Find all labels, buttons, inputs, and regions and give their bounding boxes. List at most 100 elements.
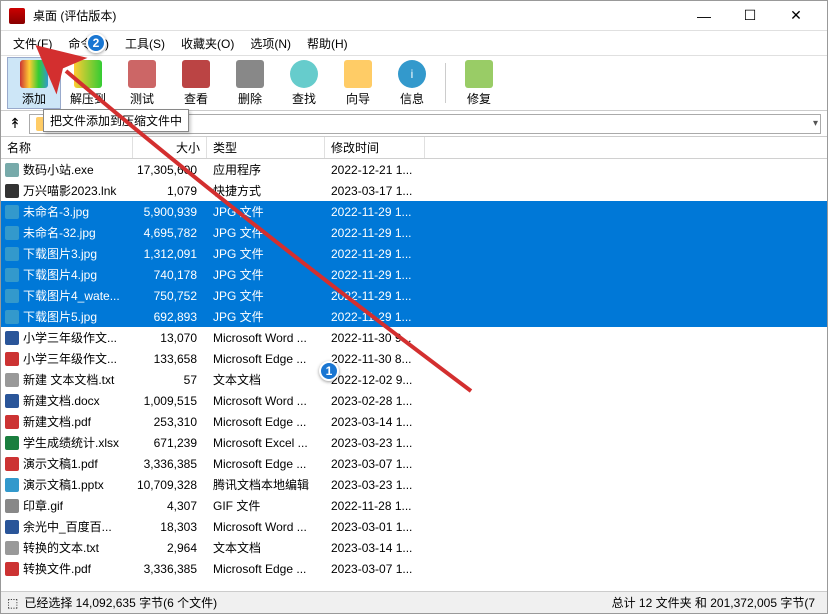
info-icon: i — [398, 60, 426, 88]
info-button[interactable]: i 信息 — [385, 57, 439, 109]
menu-favorite[interactable]: 收藏夹(O) — [175, 33, 240, 54]
header-date[interactable]: 修改时间 — [325, 137, 425, 158]
file-icon — [5, 541, 19, 555]
file-type: 文本文档 — [207, 539, 325, 556]
file-row[interactable]: 新建文档.docx1,009,515Microsoft Word ...2023… — [1, 390, 827, 411]
file-icon — [5, 226, 19, 240]
file-size: 3,336,385 — [133, 562, 207, 576]
repair-button[interactable]: 修复 — [452, 57, 506, 109]
status-bar: ⬚ 已经选择 14,092,635 字节(6 个文件) 总计 12 文件夹 和 … — [1, 591, 827, 613]
file-size: 2,964 — [133, 541, 207, 555]
wizard-button[interactable]: 向导 — [331, 57, 385, 109]
header-type[interactable]: 类型 — [207, 137, 325, 158]
find-button[interactable]: 查找 — [277, 57, 331, 109]
file-name: 未命名-3.jpg — [23, 203, 89, 220]
file-date: 2022-12-21 1... — [325, 163, 435, 177]
file-row[interactable]: 未命名-32.jpg4,695,782JPG 文件2022-11-29 1... — [1, 222, 827, 243]
file-type: JPG 文件 — [207, 224, 325, 241]
file-size: 5,900,939 — [133, 205, 207, 219]
menu-file[interactable]: 文件(F) — [7, 33, 58, 54]
file-icon — [5, 163, 19, 177]
close-button[interactable]: ✕ — [773, 1, 819, 31]
menu-help[interactable]: 帮助(H) — [301, 33, 354, 54]
file-row[interactable]: 转换的文本.txt 2,964文本文档2023-03-14 1... — [1, 537, 827, 558]
window-title: 桌面 (评估版本) — [33, 7, 681, 24]
file-type: Microsoft Edge ... — [207, 457, 325, 471]
file-date: 2023-03-14 1... — [325, 541, 435, 555]
file-type: 快捷方式 — [207, 182, 325, 199]
file-name: 转换的文本.txt — [23, 539, 99, 556]
file-name: 演示文稿1.pdf — [23, 455, 98, 472]
file-list[interactable]: 数码小站.exe17,305,600应用程序2022-12-21 1...万兴喵… — [1, 159, 827, 587]
file-icon — [5, 499, 19, 513]
extract-button[interactable]: 解压到 — [61, 57, 115, 109]
callout-1: 1 — [319, 361, 339, 381]
file-icon — [5, 352, 19, 366]
file-icon — [5, 415, 19, 429]
file-size: 1,079 — [133, 184, 207, 198]
file-date: 2023-03-17 1... — [325, 184, 435, 198]
file-row[interactable]: 小学三年级作文...13,070Microsoft Word ...2022-1… — [1, 327, 827, 348]
file-row[interactable]: 未命名-3.jpg5,900,939JPG 文件2022-11-29 1... — [1, 201, 827, 222]
file-row[interactable]: 余光中_百度百...18,303Microsoft Word ...2023-0… — [1, 516, 827, 537]
find-icon — [290, 60, 318, 88]
file-row[interactable]: 演示文稿1.pptx10,709,328腾讯文档本地编辑2023-03-23 1… — [1, 474, 827, 495]
file-name: 万兴喵影2023.lnk — [23, 182, 116, 199]
file-type: Microsoft Word ... — [207, 331, 325, 345]
menu-option[interactable]: 选项(N) — [244, 33, 297, 54]
test-button[interactable]: 测试 — [115, 57, 169, 109]
file-row[interactable]: 万兴喵影2023.lnk 1,079快捷方式2023-03-17 1... — [1, 180, 827, 201]
file-icon — [5, 373, 19, 387]
view-button[interactable]: 查看 — [169, 57, 223, 109]
menu-tool[interactable]: 工具(S) — [119, 33, 171, 54]
extract-icon — [74, 60, 102, 88]
file-icon — [5, 268, 19, 282]
file-date: 2022-11-29 1... — [325, 226, 435, 240]
file-size: 10,709,328 — [133, 478, 207, 492]
add-icon — [20, 60, 48, 88]
file-size: 57 — [133, 373, 207, 387]
header-size[interactable]: 大小 — [133, 137, 207, 158]
file-row[interactable]: 学生成绩统计.xlsx671,239Microsoft Excel ...202… — [1, 432, 827, 453]
test-icon — [128, 60, 156, 88]
file-name: 新建文档.docx — [23, 392, 100, 409]
file-name: 转换文件.pdf — [23, 560, 91, 577]
file-name: 印章.gif — [23, 497, 63, 514]
file-type: 腾讯文档本地编辑 — [207, 476, 325, 493]
file-size: 740,178 — [133, 268, 207, 282]
tooltip: 把文件添加到压缩文件中 — [43, 109, 189, 132]
file-name: 下载图片4.jpg — [23, 266, 97, 283]
file-row[interactable]: 转换文件.pdf3,336,385Microsoft Edge ...2023-… — [1, 558, 827, 579]
file-date: 2022-11-29 1... — [325, 310, 435, 324]
delete-button[interactable]: 删除 — [223, 57, 277, 109]
file-type: Microsoft Edge ... — [207, 352, 325, 366]
file-row[interactable]: 新建 文本文档.txt57文本文档2022-12-02 9... — [1, 369, 827, 390]
file-name: 下载图片5.jpg — [23, 308, 97, 325]
dropdown-icon[interactable]: ▾ — [813, 118, 818, 129]
file-row[interactable]: 下载图片5.jpg692,893JPG 文件2022-11-29 1... — [1, 306, 827, 327]
file-size: 1,312,091 — [133, 247, 207, 261]
file-row[interactable]: 小学三年级作文...133,658Microsoft Edge ...2022-… — [1, 348, 827, 369]
up-button[interactable]: ↟ — [7, 116, 23, 132]
toolbar-divider — [445, 63, 446, 103]
add-button[interactable]: 添加 — [7, 57, 61, 109]
file-type: 应用程序 — [207, 161, 325, 178]
file-row[interactable]: 下载图片4_wate...750,752JPG 文件2022-11-29 1..… — [1, 285, 827, 306]
file-date: 2023-03-14 1... — [325, 415, 435, 429]
file-size: 750,752 — [133, 289, 207, 303]
file-row[interactable]: 下载图片4.jpg740,178JPG 文件2022-11-29 1... — [1, 264, 827, 285]
file-date: 2022-11-30 8... — [325, 352, 435, 366]
minimize-button[interactable]: — — [681, 1, 727, 31]
file-type: Microsoft Word ... — [207, 520, 325, 534]
header-name[interactable]: 名称 — [1, 137, 133, 158]
file-size: 18,303 — [133, 520, 207, 534]
file-row[interactable]: 新建文档.pdf253,310Microsoft Edge ...2023-03… — [1, 411, 827, 432]
file-row[interactable]: 演示文稿1.pdf3,336,385Microsoft Edge ...2023… — [1, 453, 827, 474]
file-type: JPG 文件 — [207, 203, 325, 220]
file-size: 17,305,600 — [133, 163, 207, 177]
file-row[interactable]: 下载图片3.jpg1,312,091JPG 文件2022-11-29 1... — [1, 243, 827, 264]
file-row[interactable]: 数码小站.exe17,305,600应用程序2022-12-21 1... — [1, 159, 827, 180]
file-row[interactable]: 印章.gif4,307GIF 文件2022-11-28 1... — [1, 495, 827, 516]
maximize-button[interactable]: ☐ — [727, 1, 773, 31]
file-date: 2022-11-28 1... — [325, 499, 435, 513]
